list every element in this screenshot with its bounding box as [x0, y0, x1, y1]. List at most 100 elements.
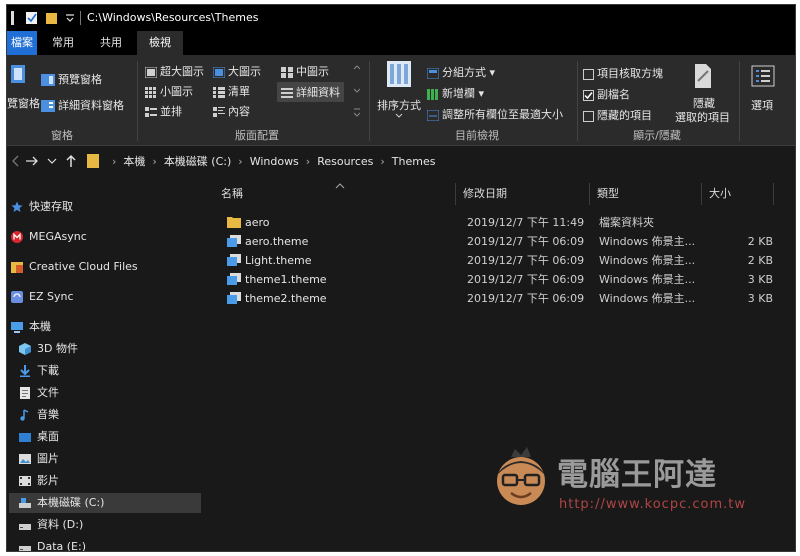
content-label: 內容 [228, 105, 250, 118]
breadcrumb-local-disk[interactable]: 本機磁碟 (C:) [164, 153, 231, 169]
file-extensions-toggle[interactable]: 副檔名 [583, 86, 630, 102]
nav-item-creative-cloud[interactable]: Creative Cloud Files [9, 257, 201, 277]
column-header-name[interactable]: 名稱 [221, 183, 243, 205]
theme-file-icon [227, 292, 241, 304]
small-label: 小圖示 [160, 85, 193, 98]
layout-medium-icons[interactable]: 中圖示 [281, 63, 329, 79]
table-row[interactable]: theme1.theme 2019/12/7 下午 06:09 Windows … [217, 270, 777, 289]
breadcrumb-chevron-icon: › [380, 154, 385, 168]
nav-item-quick-access[interactable]: 快速存取 [9, 197, 201, 217]
nav-item-videos[interactable]: 影片 [9, 471, 201, 491]
up-arrow-icon[interactable] [65, 154, 77, 168]
add-columns-button[interactable]: 新增欄 ▾ [427, 85, 484, 101]
file-name: aero [245, 216, 270, 229]
tab-view[interactable]: 檢視 [137, 31, 183, 55]
sort-by-dropdown-icon [395, 113, 403, 118]
nav-item-pictures[interactable]: 圖片 [9, 449, 201, 469]
folder-address-icon [87, 154, 99, 168]
medium-label: 中圖示 [296, 65, 329, 78]
file-size: 2 KB [747, 235, 773, 248]
nav-item-local-disk-c[interactable]: 本機磁碟 (C:) [9, 493, 201, 513]
breadcrumb-this-pc[interactable]: 本機 [123, 153, 145, 169]
item-checkboxes-toggle[interactable]: 項目核取方塊 [583, 65, 663, 81]
folder-icon [227, 217, 241, 228]
theme-file-icon [227, 235, 241, 247]
details-pane-button[interactable]: 詳細資料窗格 [41, 97, 124, 113]
nav-item-ez-sync[interactable]: EZ Sync [9, 287, 201, 307]
properties-icon[interactable] [25, 11, 39, 25]
desktop-icon [19, 433, 31, 442]
download-icon [20, 365, 30, 377]
nav-item-desktop[interactable]: 桌面 [9, 427, 201, 447]
cube-icon [19, 343, 31, 355]
sort-by-icon[interactable] [387, 61, 411, 87]
navigation-pane-button[interactable]: 覽窗格 [7, 95, 40, 111]
medium-icons-icon [281, 66, 293, 78]
layout-large-icons[interactable]: 大圖示 [213, 63, 261, 79]
customize-toolbar-icon[interactable] [65, 11, 75, 25]
nav-item-3d-objects[interactable]: 3D 物件 [9, 339, 201, 359]
checkbox-unchecked-icon [583, 68, 594, 80]
column-header-size[interactable]: 大小 [709, 183, 731, 205]
breadcrumb[interactable]: › 本機 › 本機磁碟 (C:) › Windows › Resources ›… [105, 151, 435, 171]
tab-share[interactable]: 共用 [91, 31, 131, 55]
layout-scroll-icon[interactable] [353, 65, 361, 121]
layout-tiles[interactable]: 並排 [145, 103, 182, 119]
nav-item-this-pc[interactable]: 本機 [9, 317, 201, 337]
options-button[interactable]: 選項 [751, 97, 773, 113]
group-by-button[interactable]: 分組方式 ▾ [427, 64, 495, 80]
forward-arrow-icon[interactable] [25, 155, 39, 167]
sort-by-button[interactable]: 排序方式 [377, 97, 421, 113]
file-size: 2 KB [747, 254, 773, 267]
table-row[interactable]: aero 2019/12/7 下午 11:49 檔案資料夾 [217, 213, 777, 232]
options-icon[interactable] [751, 65, 775, 87]
new-folder-icon[interactable] [45, 11, 59, 25]
breadcrumb-themes[interactable]: Themes [392, 155, 436, 168]
navigation-pane: 快速存取 MEGAsync Creative Cloud Files EZ Sy… [7, 181, 203, 551]
breadcrumb-windows[interactable]: Windows [250, 155, 299, 168]
preview-pane-button[interactable]: 預覽窗格 [41, 71, 102, 87]
column-divider[interactable] [455, 183, 456, 205]
column-header-modified[interactable]: 修改日期 [463, 183, 507, 205]
navigation-pane-icon[interactable] [11, 63, 27, 85]
layout-content[interactable]: 內容 [213, 103, 250, 119]
nav-item-megasync[interactable]: MEGAsync [9, 227, 201, 247]
details-pane-icon [41, 100, 55, 112]
column-header-type[interactable]: 類型 [597, 183, 619, 205]
nav-item-downloads[interactable]: 下載 [9, 361, 201, 381]
layout-details[interactable]: 詳細資料 [277, 82, 344, 102]
hidden-items-toggle[interactable]: 隱藏的項目 [583, 107, 652, 123]
theme-file-icon [227, 254, 241, 266]
nav-item-label: Creative Cloud Files [29, 260, 138, 273]
nav-item-documents[interactable]: 文件 [9, 383, 201, 403]
file-extensions-label: 副檔名 [597, 88, 630, 101]
layout-small-icons[interactable]: 小圖示 [145, 83, 193, 99]
column-divider[interactable] [773, 183, 774, 205]
nav-item-drive-d[interactable]: 資料 (D:) [9, 515, 201, 535]
layout-extra-large-icons[interactable]: 超大圖示 [145, 63, 204, 79]
size-all-columns-button[interactable]: 調整所有欄位至最適大小 [427, 106, 563, 122]
back-arrow-icon[interactable] [11, 155, 19, 167]
column-divider[interactable] [589, 183, 590, 205]
table-row[interactable]: aero.theme 2019/12/7 下午 06:09 Windows 佈景… [217, 232, 777, 251]
breadcrumb-resources[interactable]: Resources [317, 155, 373, 168]
hide-selected-label-2[interactable]: 選取的項目 [675, 109, 730, 125]
show-hide-group-label: 顯示/隱藏 [633, 129, 681, 142]
sort-ascending-icon [335, 183, 345, 189]
layout-list[interactable]: 清單 [213, 83, 250, 99]
hide-selected-icon[interactable] [693, 63, 713, 89]
title-bar: C:\Windows\Resources\Themes [7, 5, 795, 31]
checkbox-unchecked-icon [583, 110, 594, 122]
nav-item-music[interactable]: 音樂 [9, 405, 201, 425]
column-divider[interactable] [701, 183, 702, 205]
tab-file[interactable]: 檔案 [7, 31, 37, 55]
breadcrumb-chevron-icon: › [305, 154, 311, 168]
preview-pane-label: 預覽窗格 [58, 73, 102, 86]
ribbon-separator [137, 61, 138, 141]
recent-locations-chevron-icon[interactable] [47, 158, 57, 164]
table-row[interactable]: theme2.theme 2019/12/7 下午 06:09 Windows … [217, 289, 777, 308]
nav-item-drive-e[interactable]: Data (E:) [9, 537, 201, 551]
file-type: Windows 佈景主... [599, 292, 696, 305]
tab-home[interactable]: 常用 [43, 31, 83, 55]
table-row[interactable]: Light.theme 2019/12/7 下午 06:09 Windows 佈… [217, 251, 777, 270]
